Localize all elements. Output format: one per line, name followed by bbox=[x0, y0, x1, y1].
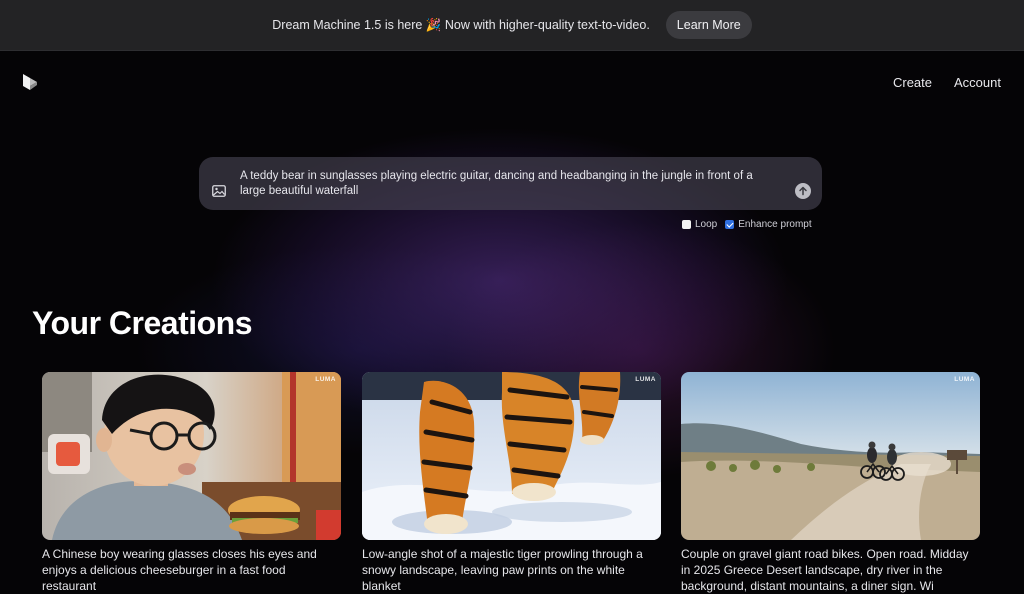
creation-card[interactable]: LUMA A Chinese boy wearing glasses close… bbox=[42, 372, 341, 594]
luma-cube-logo-icon[interactable] bbox=[20, 72, 40, 92]
luma-watermark: LUMA bbox=[954, 376, 975, 383]
nav-create-link[interactable]: Create bbox=[893, 75, 932, 90]
nav-account-link[interactable]: Account bbox=[954, 75, 1001, 90]
top-nav: Create Account bbox=[893, 75, 1001, 90]
prompt-input[interactable]: A teddy bear in sunglasses playing elect… bbox=[240, 169, 780, 199]
banner-text: Dream Machine 1.5 is here 🎉 Now with hig… bbox=[272, 17, 650, 32]
enhance-prompt-checkbox[interactable] bbox=[725, 220, 735, 229]
loop-label: Loop bbox=[695, 219, 718, 230]
creation-thumbnail[interactable]: LUMA bbox=[42, 372, 341, 540]
creation-card[interactable]: LUMA Low-angle shot of a majestic tiger … bbox=[362, 372, 661, 594]
creation-thumbnail[interactable]: LUMA bbox=[681, 372, 980, 540]
creation-card[interactable]: LUMA Couple on gravel giant road bikes. … bbox=[681, 372, 980, 594]
prompt-input-box[interactable]: A teddy bear in sunglasses playing elect… bbox=[199, 157, 822, 210]
creation-caption: A Chinese boy wearing glasses closes his… bbox=[42, 547, 317, 593]
arrow-up-icon[interactable] bbox=[795, 183, 811, 199]
prompt-options: Loop Enhance prompt bbox=[682, 219, 812, 230]
loop-checkbox[interactable] bbox=[682, 220, 691, 229]
learn-more-button[interactable]: Learn More bbox=[665, 11, 752, 39]
creation-caption: Couple on gravel giant road bikes. Open … bbox=[681, 547, 969, 593]
image-upload-icon[interactable] bbox=[212, 184, 226, 197]
creation-thumbnail[interactable]: LUMA bbox=[362, 372, 661, 540]
creation-caption: Low-angle shot of a majestic tiger prowl… bbox=[362, 547, 643, 593]
luma-watermark: LUMA bbox=[635, 376, 656, 383]
announcement-banner: Dream Machine 1.5 is here 🎉 Now with hig… bbox=[0, 0, 1024, 51]
enhance-prompt-label: Enhance prompt bbox=[738, 219, 812, 230]
luma-watermark: LUMA bbox=[315, 376, 336, 383]
section-title: Your Creations bbox=[32, 305, 253, 341]
